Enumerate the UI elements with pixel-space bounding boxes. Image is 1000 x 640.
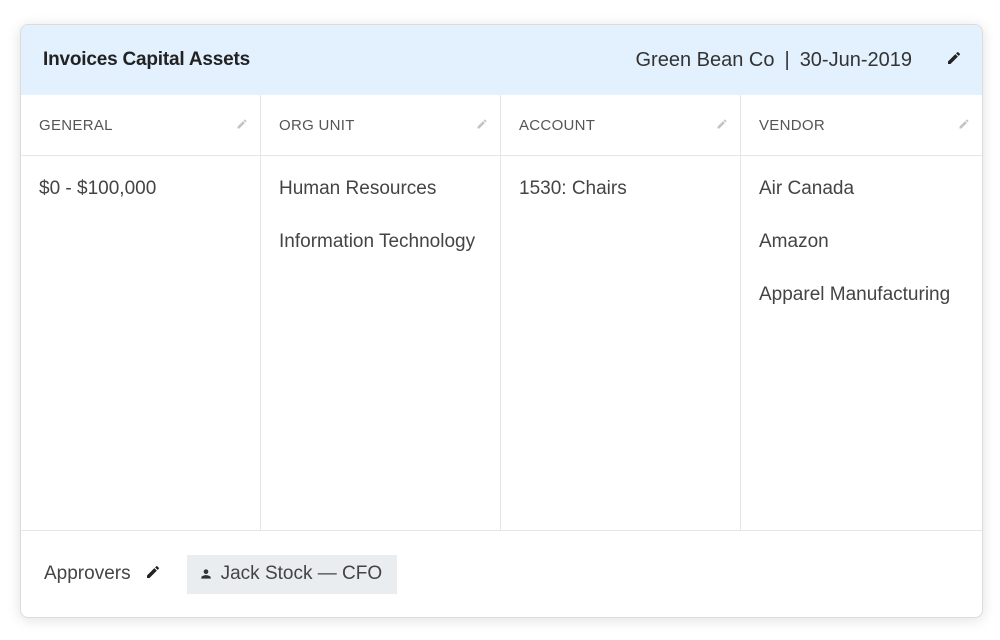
column-vendor: VENDOR Air CanadaAmazonApparel Manufactur… (741, 95, 982, 530)
edit-header-pencil-icon[interactable] (946, 49, 962, 72)
company-name: Green Bean Co (636, 49, 775, 72)
edit-column-pencil-icon[interactable] (716, 117, 728, 134)
list-item: Information Technology (279, 231, 482, 284)
column-org-unit: ORG UNIT Human ResourcesInformation Techn… (261, 95, 501, 530)
card-title: Invoices Capital Assets (43, 49, 250, 71)
approval-rule-card: Invoices Capital Assets Green Bean Co | … (20, 24, 983, 618)
separator: | (784, 49, 789, 72)
list-item: Apparel Manufacturing (759, 284, 964, 337)
list-item: Human Resources (279, 178, 482, 231)
column-label: ACCOUNT (519, 117, 595, 134)
card-header: Invoices Capital Assets Green Bean Co | … (21, 25, 982, 95)
column-general: GENERAL $0 - $100,000 (21, 95, 261, 530)
date: 30-Jun-2019 (800, 49, 912, 72)
column-header: ACCOUNT (501, 95, 740, 156)
approver-name: Jack Stock — CFO (221, 563, 383, 585)
edit-column-pencil-icon[interactable] (236, 117, 248, 134)
approver-chip[interactable]: Jack Stock — CFO (187, 555, 398, 594)
list-item: 1530: Chairs (519, 178, 722, 231)
column-account: ACCOUNT 1530: Chairs (501, 95, 741, 530)
column-label: GENERAL (39, 117, 113, 134)
column-header: ORG UNIT (261, 95, 500, 156)
column-label: VENDOR (759, 117, 825, 134)
list-item: Amazon (759, 231, 964, 284)
column-label: ORG UNIT (279, 117, 355, 134)
person-icon (199, 567, 213, 581)
edit-column-pencil-icon[interactable] (476, 117, 488, 134)
edit-approvers-pencil-icon[interactable] (145, 564, 161, 585)
column-header: GENERAL (21, 95, 260, 156)
approvers-row: Approvers Jack Stock — CFO (21, 531, 982, 617)
column-header: VENDOR (741, 95, 982, 156)
edit-column-pencil-icon[interactable] (958, 117, 970, 134)
list-item: $0 - $100,000 (39, 178, 242, 231)
list-item: Air Canada (759, 178, 964, 231)
approvers-label: Approvers (44, 563, 131, 585)
